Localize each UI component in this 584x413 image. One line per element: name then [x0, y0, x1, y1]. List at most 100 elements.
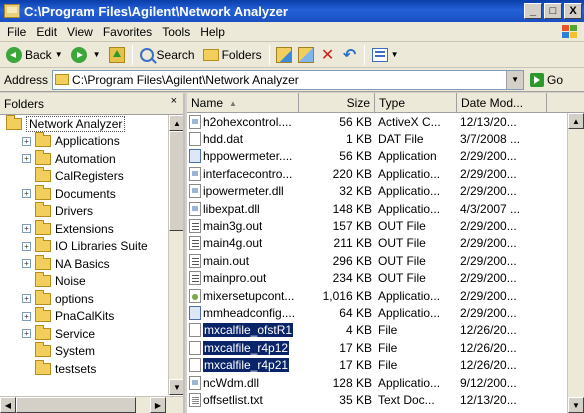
up-folder-button[interactable]	[105, 44, 129, 66]
tree-item[interactable]: + options	[0, 289, 168, 308]
tree-item[interactable]: + Automation	[0, 149, 168, 168]
file-row[interactable]: offsetlist.txt 35 KB Text Doc... 12/13/20..…	[187, 391, 567, 408]
file-row[interactable]: mainpro.out 234 KB OUT File 2/29/200...	[187, 270, 567, 287]
file-row[interactable]: mxcalfile_r4p12 17 KB File 12/26/20...	[187, 339, 567, 356]
address-dropdown-button[interactable]: ▼	[506, 70, 524, 89]
tree-item[interactable]: + Documents	[0, 184, 168, 203]
file-name-cell[interactable]: ipowermeter.dll	[187, 184, 299, 199]
file-row[interactable]: hppowermeter.... 56 KB Application 2/29/200…	[187, 148, 567, 165]
expand-icon[interactable]: +	[22, 329, 31, 339]
tree-item-root[interactable]: Network Analyzer	[0, 115, 168, 133]
tree-item[interactable]: + Extensions	[0, 219, 168, 238]
folders-button[interactable]: Folders	[199, 44, 266, 66]
expand-icon[interactable]: +	[22, 241, 31, 251]
menu-view[interactable]: View	[62, 25, 98, 39]
tree-item[interactable]: CalRegisters	[0, 167, 168, 186]
scroll-thumb[interactable]	[169, 131, 183, 231]
scroll-down-button[interactable]: ▼	[169, 379, 183, 395]
address-input[interactable]: C:\Program Files\Agilent\Network Analyze…	[52, 69, 525, 90]
file-name-cell[interactable]: mixersetupcont...	[187, 288, 299, 303]
minimize-button[interactable]: _	[524, 3, 542, 19]
file-name-cell[interactable]: interfacecontro...	[187, 166, 299, 181]
file-row[interactable]: main.out 296 KB OUT File 2/29/200...	[187, 252, 567, 269]
tree-item[interactable]: + NA Basics	[0, 254, 168, 273]
expand-icon[interactable]: +	[22, 311, 31, 321]
file-row[interactable]: mixersetupcont... 1,016 KB Applicatio... 2/…	[187, 287, 567, 304]
file-name-cell[interactable]: mxcalfile_ofstR1	[187, 323, 299, 338]
expand-icon[interactable]: +	[22, 136, 31, 146]
undo-icon[interactable]: ↶	[342, 47, 358, 64]
close-pane-icon[interactable]: ×	[171, 95, 177, 107]
scroll-left-button[interactable]: ◀	[0, 397, 16, 413]
expand-icon[interactable]: +	[22, 189, 31, 199]
file-name-cell[interactable]: main3g.out	[187, 219, 299, 234]
close-button[interactable]: X	[564, 3, 582, 19]
file-name-cell[interactable]: hdd.dat	[187, 132, 299, 147]
file-name-cell[interactable]: libexpat.dll	[187, 201, 299, 216]
menu-file[interactable]: File	[2, 25, 31, 39]
expand-icon[interactable]: +	[22, 294, 31, 304]
file-row[interactable]: h2ohexcontrol.... 56 KB ActiveX C... 12/13/…	[187, 113, 567, 130]
scroll-down-button[interactable]: ▼	[568, 397, 584, 413]
file-name-cell[interactable]: mmheadconfig....	[187, 305, 299, 320]
file-size: 220 KB	[332, 166, 372, 181]
file-row[interactable]: mxcalfile_r4p21 17 KB File 12/26/20...	[187, 356, 567, 373]
file-row[interactable]: mxcalfile_ofstR1 4 KB File 12/26/20...	[187, 322, 567, 339]
title-bar[interactable]: C:\Program Files\Agilent\Network Analyze…	[0, 0, 584, 22]
tree-item[interactable]: Noise	[0, 272, 168, 291]
file-row[interactable]: ipowermeter.dll 32 KB Applicatio... 2/29/20…	[187, 183, 567, 200]
file-row[interactable]: mmheadconfig.... 64 KB Applicatio... 2/29/2…	[187, 304, 567, 321]
expand-icon[interactable]: +	[22, 224, 31, 234]
tree-item[interactable]: System	[0, 342, 168, 361]
search-button[interactable]: Search	[136, 44, 199, 66]
scroll-up-button[interactable]: ▲	[169, 115, 183, 131]
column-header-size[interactable]: Size	[299, 93, 375, 113]
move-to-icon[interactable]	[275, 46, 292, 63]
folders-vertical-scrollbar[interactable]: ▲ ▼	[168, 115, 183, 395]
file-name-cell[interactable]: ncWdm.dll	[187, 375, 299, 390]
tree-item[interactable]: + IO Libraries Suite	[0, 237, 168, 256]
file-name-cell[interactable]: mxcalfile_r4p21	[187, 358, 299, 373]
expand-icon[interactable]: +	[22, 259, 31, 269]
file-name-cell[interactable]: hppowermeter....	[187, 149, 299, 164]
menu-edit[interactable]: Edit	[31, 25, 62, 39]
file-row[interactable]: main4g.out 211 KB OUT File 2/29/200...	[187, 235, 567, 252]
maximize-button[interactable]: □	[544, 3, 562, 19]
file-row[interactable]: main3g.out 157 KB OUT File 2/29/200...	[187, 217, 567, 234]
file-name-cell[interactable]: mainpro.out	[187, 271, 299, 286]
copy-to-icon[interactable]	[297, 46, 314, 63]
file-row[interactable]: libexpat.dll 148 KB Applicatio... 4/3/2007 …	[187, 200, 567, 217]
file-name-cell[interactable]: mxcalfile_r4p12	[187, 340, 299, 355]
chevron-down-icon[interactable]: ▼	[55, 50, 63, 59]
file-row[interactable]: hdd.dat 1 KB DAT File 3/7/2008 ...	[187, 130, 567, 147]
file-row[interactable]: ncWdm.dll 128 KB Applicatio... 9/12/200...	[187, 374, 567, 391]
tree-item[interactable]: Drivers	[0, 202, 168, 221]
delete-icon[interactable]: ✕	[320, 47, 336, 64]
menu-favorites[interactable]: Favorites	[98, 25, 157, 39]
file-name-cell[interactable]: h2ohexcontrol....	[187, 114, 299, 129]
file-row[interactable]: interfacecontro... 220 KB Applicatio... 2/2…	[187, 165, 567, 182]
scroll-right-button[interactable]: ▶	[150, 397, 166, 413]
files-vertical-scrollbar[interactable]: ▲ ▼	[567, 113, 584, 413]
expand-icon[interactable]: +	[22, 154, 31, 164]
views-button[interactable]: ▼	[368, 44, 403, 66]
tree-item[interactable]: + PnaCalKits	[0, 307, 168, 326]
tree-item[interactable]: + Applications	[0, 132, 168, 151]
folders-horizontal-scrollbar[interactable]: ◀ ▶	[0, 396, 183, 413]
file-name-cell[interactable]: main4g.out	[187, 236, 299, 251]
column-header-date[interactable]: Date Mod...	[457, 93, 547, 113]
menu-tools[interactable]: Tools	[157, 25, 195, 39]
scroll-thumb[interactable]	[16, 397, 136, 413]
file-name-cell[interactable]: main.out	[187, 253, 299, 268]
chevron-down-icon[interactable]: ▼	[93, 50, 101, 59]
back-button[interactable]: Back ▼	[2, 44, 67, 66]
forward-button[interactable]: ▼	[67, 44, 105, 66]
column-header-type[interactable]: Type	[375, 93, 457, 113]
scroll-up-button[interactable]: ▲	[568, 113, 584, 129]
menu-help[interactable]: Help	[195, 25, 230, 39]
column-header-name[interactable]: Name ▲	[187, 93, 299, 113]
go-button[interactable]: Go	[530, 72, 563, 87]
tree-item[interactable]: + Service	[0, 324, 168, 343]
tree-item[interactable]: testsets	[0, 359, 168, 378]
file-name-cell[interactable]: offsetlist.txt	[187, 392, 299, 407]
